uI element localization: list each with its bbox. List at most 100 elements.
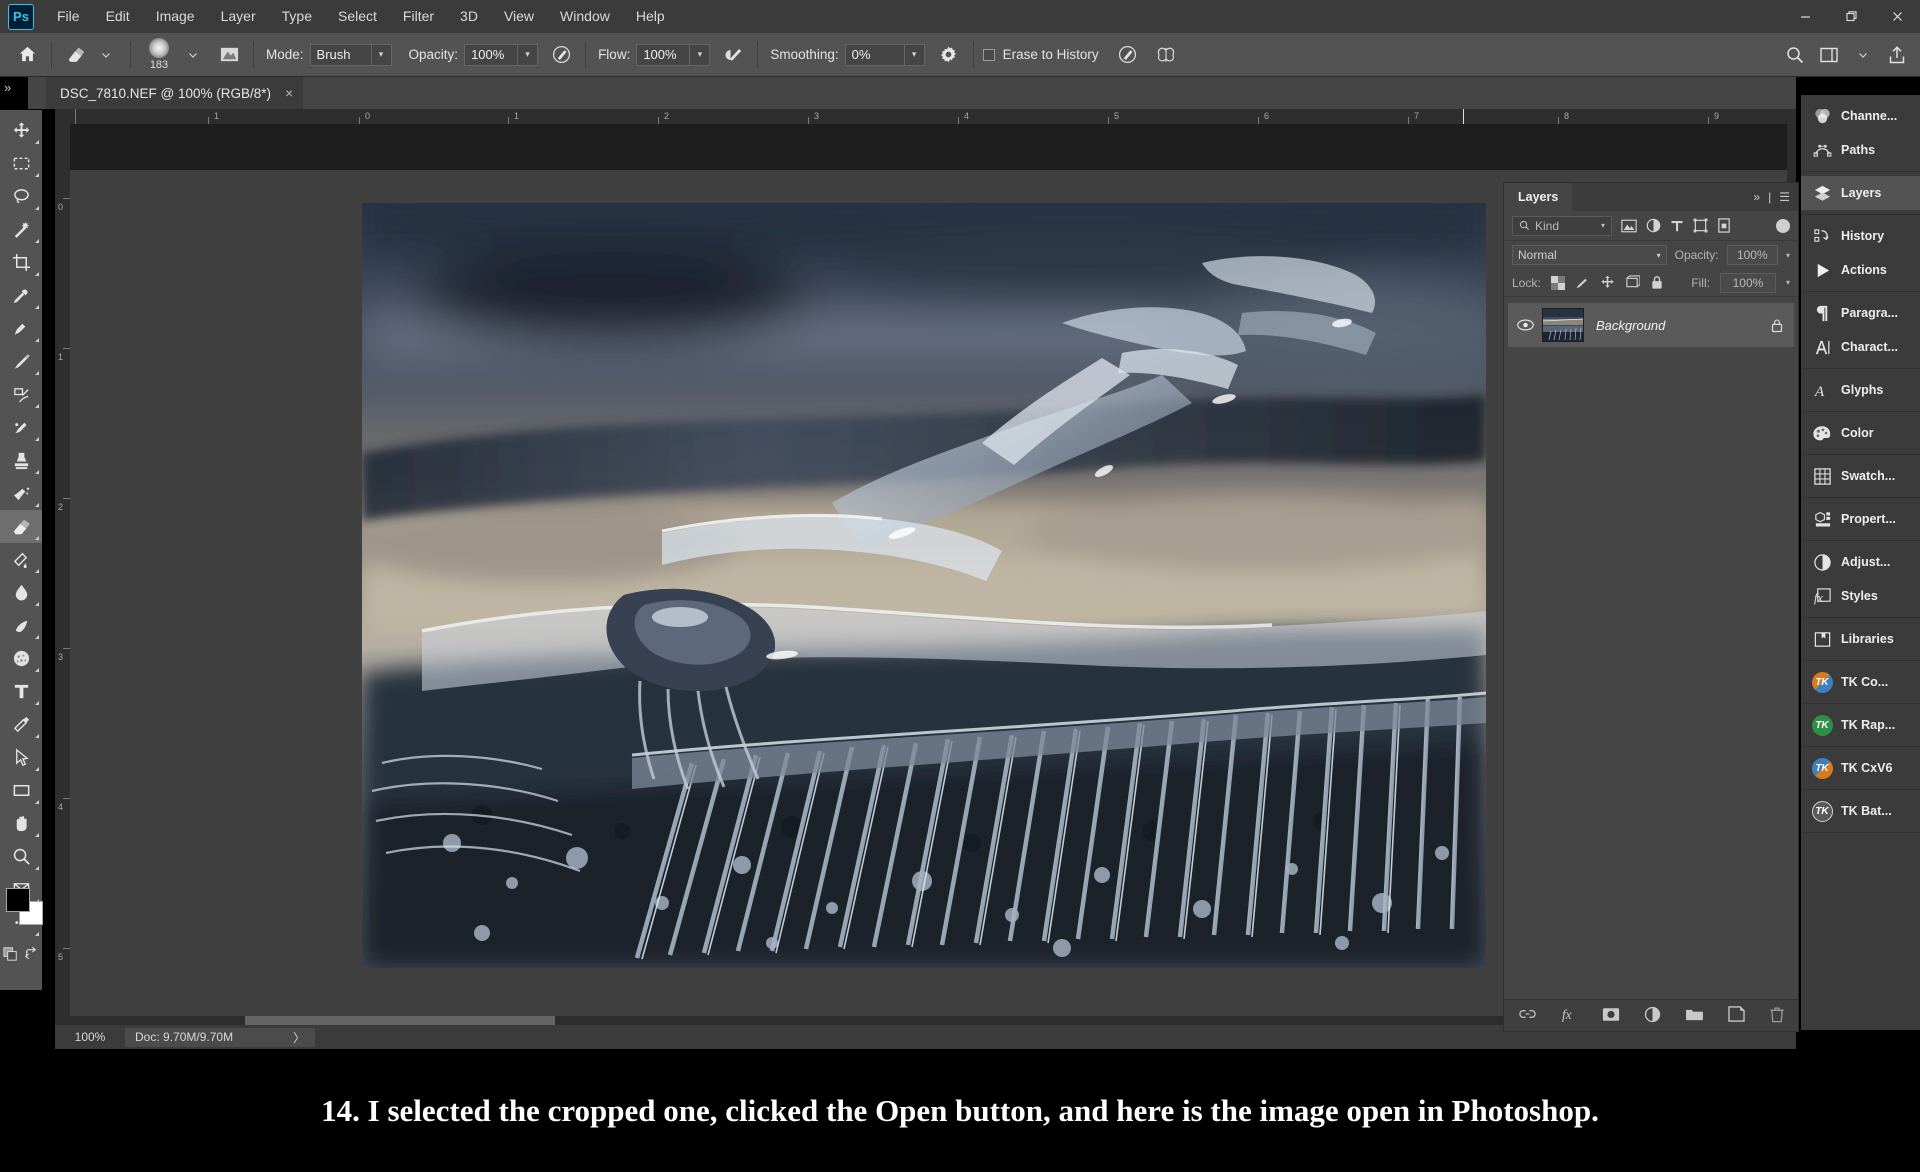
tab-layers[interactable]: Layers xyxy=(1504,183,1572,211)
dock-item-actions[interactable]: Actions xyxy=(1801,253,1920,287)
layer-style-fx-icon[interactable]: fx xyxy=(1561,1006,1578,1026)
menu-select[interactable]: Select xyxy=(325,0,390,33)
dodge-tool[interactable] xyxy=(0,609,42,642)
dock-item-layers[interactable]: Layers xyxy=(1801,176,1920,210)
document-info[interactable]: Doc: 9.70M/9.70M 〉 xyxy=(125,1028,315,1047)
shape-filter-icon[interactable] xyxy=(1693,218,1708,233)
mode-select[interactable]: Brush ▾ xyxy=(310,44,392,66)
smart-object-filter-icon[interactable] xyxy=(1717,218,1731,233)
lasso-tool[interactable] xyxy=(0,180,42,213)
close-button[interactable] xyxy=(1874,0,1920,33)
dock-item-glyphs[interactable]: A Glyphs xyxy=(1801,373,1920,407)
adjustment-layer-icon[interactable] xyxy=(1644,1006,1661,1026)
pixel-filter-icon[interactable] xyxy=(1621,219,1637,233)
lock-all-icon[interactable] xyxy=(1650,275,1664,290)
type-filter-icon[interactable] xyxy=(1670,219,1684,233)
menu-view[interactable]: View xyxy=(491,0,547,33)
dock-item-tk-cxv6[interactable]: TK TK CxV6 xyxy=(1801,751,1920,785)
dock-item-properties[interactable]: Propert... xyxy=(1801,502,1920,536)
eyedropper-tool[interactable] xyxy=(0,279,42,312)
dock-item-paragraph[interactable]: Paragra... xyxy=(1801,296,1920,330)
dock-item-swatches[interactable]: Swatch... xyxy=(1801,459,1920,493)
workspace-icon[interactable] xyxy=(1814,40,1844,70)
layer-opacity-value[interactable]: 100% xyxy=(1727,245,1778,265)
dock-item-tk-rapidmask[interactable]: TK TK Rap... xyxy=(1801,708,1920,742)
search-icon[interactable] xyxy=(1780,40,1810,70)
chevron-down-icon[interactable]: ▾ xyxy=(1786,278,1790,287)
dock-item-tk-batch[interactable]: TK TK Bat... xyxy=(1801,794,1920,828)
lock-image-icon[interactable] xyxy=(1575,275,1590,290)
menu-3d[interactable]: 3D xyxy=(447,0,491,33)
menu-help[interactable]: Help xyxy=(623,0,678,33)
lock-icon[interactable] xyxy=(1760,318,1794,333)
close-icon[interactable]: × xyxy=(285,85,293,101)
clone-stamp-tool[interactable] xyxy=(0,378,42,411)
dock-item-tk-cosmic[interactable]: TK TK Co... xyxy=(1801,665,1920,699)
brush-tool[interactable] xyxy=(0,345,42,378)
gear-icon[interactable] xyxy=(934,40,964,70)
lock-position-icon[interactable] xyxy=(1600,275,1615,290)
art-history-brush-tool[interactable] xyxy=(0,477,42,510)
stamp-tool[interactable] xyxy=(0,444,42,477)
dock-item-paths[interactable]: Paths xyxy=(1801,133,1920,167)
lock-artboard-icon[interactable] xyxy=(1625,275,1640,290)
dock-item-adjustments[interactable]: Adjust... xyxy=(1801,545,1920,579)
new-layer-icon[interactable] xyxy=(1728,1006,1745,1025)
eraser-tool[interactable] xyxy=(0,510,42,543)
history-brush-tool[interactable] xyxy=(0,411,42,444)
smoothing-select[interactable]: 0% ▾ xyxy=(845,44,925,66)
opacity-select[interactable]: 100% ▾ xyxy=(464,44,538,66)
share-icon[interactable] xyxy=(1882,40,1912,70)
eraser-icon[interactable] xyxy=(61,40,91,70)
dock-item-libraries[interactable]: Libraries xyxy=(1801,622,1920,656)
blur-tool[interactable] xyxy=(0,576,42,609)
layer-name[interactable]: Background xyxy=(1584,318,1760,333)
dock-item-history[interactable]: History xyxy=(1801,219,1920,253)
pressure-opacity-icon[interactable] xyxy=(546,40,576,70)
spot-healing-brush-tool[interactable] xyxy=(0,312,42,345)
flow-select[interactable]: 100% ▾ xyxy=(636,44,710,66)
layer-mask-icon[interactable] xyxy=(1602,1007,1620,1025)
magic-wand-tool[interactable] xyxy=(0,213,42,246)
workspace-chevron-icon[interactable] xyxy=(1848,40,1878,70)
layer-thumbnail[interactable] xyxy=(1542,308,1584,342)
dock-item-color[interactable]: Color xyxy=(1801,416,1920,450)
butterfly-symmetry-icon[interactable] xyxy=(1151,40,1181,70)
erase-to-history-checkbox[interactable]: Erase to History xyxy=(983,47,1099,62)
panel-menu-icon[interactable]: ☰ xyxy=(1779,190,1790,204)
vertical-ruler[interactable]: 0 1 2 3 4 5 xyxy=(55,124,70,1030)
document-image[interactable] xyxy=(362,203,1486,968)
delete-layer-icon[interactable] xyxy=(1769,1006,1785,1026)
move-tool[interactable] xyxy=(0,114,42,147)
filter-toggle[interactable] xyxy=(1776,219,1790,233)
menu-edit[interactable]: Edit xyxy=(93,0,143,33)
hand-tool[interactable] xyxy=(0,807,42,840)
minimize-button[interactable] xyxy=(1782,0,1828,33)
rectangular-marquee-tool[interactable] xyxy=(0,147,42,180)
menu-type[interactable]: Type xyxy=(269,0,325,33)
new-group-icon[interactable] xyxy=(1685,1007,1704,1025)
dock-item-character[interactable]: Charact... xyxy=(1801,330,1920,364)
adjustment-filter-icon[interactable] xyxy=(1646,218,1661,233)
menu-layer[interactable]: Layer xyxy=(208,0,269,33)
rectangle-tool[interactable] xyxy=(0,774,42,807)
gradient-tool[interactable] xyxy=(0,543,42,576)
menu-window[interactable]: Window xyxy=(547,0,623,33)
link-layers-icon[interactable] xyxy=(1518,1007,1537,1024)
menu-image[interactable]: Image xyxy=(143,0,208,33)
sponge-tool[interactable] xyxy=(0,642,42,675)
photoshop-logo-icon[interactable]: Ps xyxy=(8,4,34,30)
path-selection-tool[interactable] xyxy=(0,741,42,774)
restore-button[interactable] xyxy=(1828,0,1874,33)
brush-preset-chevron-icon[interactable] xyxy=(178,40,208,70)
color-mode-toggles[interactable] xyxy=(0,939,42,967)
layer-fill-value[interactable]: 100% xyxy=(1720,273,1776,293)
document-tab[interactable]: DSC_7810.NEF @ 100% (RGB/8*) × xyxy=(46,77,303,109)
brush-preview[interactable]: 183 xyxy=(140,38,178,71)
menu-file[interactable]: File xyxy=(44,0,93,33)
chevron-double-right-icon[interactable]: » xyxy=(4,80,11,95)
crop-tool[interactable] xyxy=(0,246,42,279)
eraser-preset-chevron-icon[interactable] xyxy=(91,40,121,70)
tablet-pressure-icon[interactable] xyxy=(1113,40,1143,70)
type-tool[interactable] xyxy=(0,675,42,708)
